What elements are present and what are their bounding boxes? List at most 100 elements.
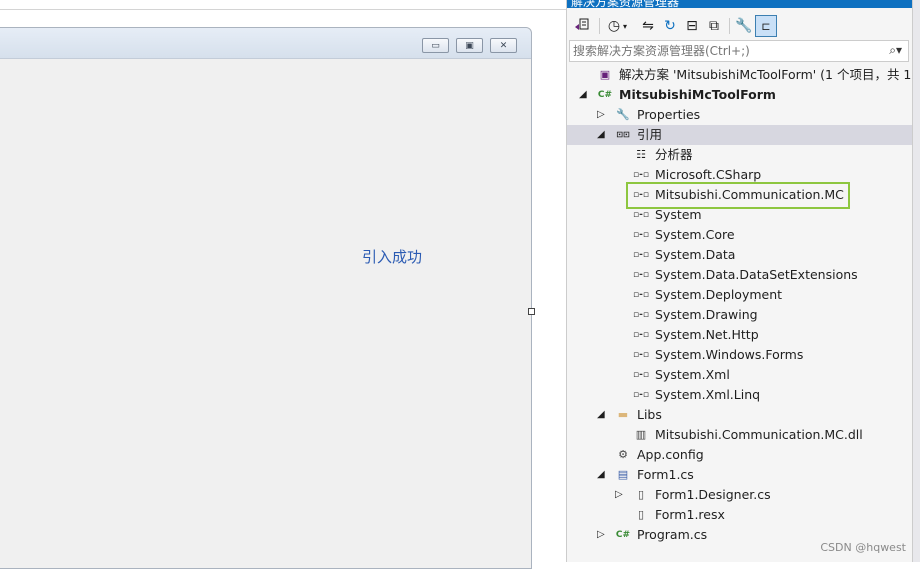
tree-item[interactable]: ▯ Form1.resx: [567, 505, 913, 525]
reference-icon: ▫-▫: [633, 230, 649, 240]
tree-item[interactable]: ◢ C# MitsubishiMcToolForm: [567, 85, 913, 105]
tree-item[interactable]: ▷ 🔧 Properties: [567, 105, 913, 125]
collapse-arrow-icon[interactable]: ▷: [597, 108, 607, 122]
tree-item-label: System: [655, 207, 702, 222]
reference-icon: ▫-▫: [633, 330, 649, 340]
tree-item-label: System.Deployment: [655, 287, 783, 302]
tree-item-label: App.config: [637, 447, 704, 462]
tree-item-label: System.Drawing: [655, 307, 758, 322]
tree-item[interactable]: ◢ ▤ Form1.cs: [567, 465, 913, 485]
expand-arrow-icon[interactable]: ◢: [579, 88, 589, 102]
tree-item[interactable]: ▫-▫ System.Windows.Forms: [567, 345, 913, 365]
tree-item-label: 引用: [637, 127, 663, 142]
tree-item-label: Microsoft.CSharp: [655, 167, 762, 182]
refresh-button[interactable]: ↻: [659, 15, 681, 37]
close-icon: ✕: [499, 40, 508, 51]
analyzer-icon: ☷: [636, 148, 646, 161]
tree-item-label: 分析器: [655, 147, 693, 162]
minimize-button[interactable]: ▭: [422, 38, 449, 53]
tree-item[interactable]: ▫-▫ System.Xml: [567, 365, 913, 385]
switch-views-button[interactable]: [571, 15, 593, 37]
reference-icon: ▫-▫: [633, 370, 649, 380]
tree-item-label: System.Data: [655, 247, 736, 262]
tree-item[interactable]: ◢ ⊡⊡ 引用: [567, 125, 913, 145]
copy-icon: ⧉: [709, 18, 719, 34]
explorer-title: 解决方案资源管理器: [571, 0, 680, 8]
csharp-file-icon: C#: [615, 530, 631, 540]
sync-button[interactable]: ⇋: [637, 15, 659, 37]
solution-explorer: 解决方案资源管理器 ◷ ▾ ⇋ ↻ ⊟ ⧉ 🔧 ⊏ 搜索解决方案资源管理器(Ct…: [566, 0, 920, 562]
expand-arrow-icon[interactable]: ◢: [597, 468, 607, 482]
collapse-arrow-icon[interactable]: ▷: [615, 488, 625, 502]
expand-arrow-icon[interactable]: ◢: [597, 128, 607, 142]
maximize-icon: ▣: [465, 40, 474, 51]
collapse-arrow-icon[interactable]: ▷: [597, 528, 607, 542]
tree-item[interactable]: ▫-▫ System.Drawing: [567, 305, 913, 325]
reference-icon: ▫-▫: [633, 250, 649, 260]
form-icon: ▤: [617, 468, 629, 481]
preview-button[interactable]: ⊏: [755, 15, 777, 37]
side-tab-strip[interactable]: [912, 0, 920, 562]
expand-arrow-icon[interactable]: ◢: [597, 408, 607, 422]
tree-item-label: System.Xml.Linq: [655, 387, 761, 402]
dll-icon: ▥: [635, 428, 647, 441]
wrench-icon: 🔧: [735, 18, 753, 34]
tree-item[interactable]: ☷ 分析器: [567, 145, 913, 165]
reference-icon: ▫-▫: [633, 390, 649, 400]
tree-item-label: System.Data.DataSetExtensions: [655, 267, 858, 282]
solution-icon: ▣: [599, 68, 611, 81]
designer-divider: [0, 9, 566, 10]
highlight-box: [626, 182, 850, 209]
wrench-icon: 🔧: [616, 108, 630, 121]
resize-handle[interactable]: [528, 308, 535, 315]
form1-window[interactable]: ▭ ▣ ✕: [0, 27, 532, 569]
reference-icon: ▫-▫: [633, 210, 649, 220]
maximize-button[interactable]: ▣: [456, 38, 483, 53]
tree-item[interactable]: ▥ Mitsubishi.Communication.MC.dll: [567, 425, 913, 445]
switch-views-icon: [575, 18, 589, 30]
tree-item-label: Form1.Designer.cs: [655, 487, 771, 502]
collapse-all-icon: ⊟: [686, 18, 698, 34]
tree-item[interactable]: ▫-▫ System.Data: [567, 245, 913, 265]
watermark: CSDN @hqwest: [820, 541, 906, 554]
tree-item[interactable]: ▫-▫ System.Net.Http: [567, 325, 913, 345]
reference-icon: ▫-▫: [633, 310, 649, 320]
search-box[interactable]: ⌕▾: [569, 40, 909, 62]
tree-item[interactable]: ▣ 解决方案 'MitsubishiMcToolForm' (1 个项目，共 1 …: [567, 65, 920, 85]
sync-icon: ⇋: [642, 18, 654, 34]
search-icon[interactable]: ⌕▾: [889, 43, 902, 58]
reference-icon: ▫-▫: [633, 170, 649, 180]
tree-item[interactable]: ▫-▫ System.Xml.Linq: [567, 385, 913, 405]
tree-item[interactable]: ◢ ▬ Libs: [567, 405, 913, 425]
minimize-icon: ▭: [431, 40, 440, 51]
tree-item[interactable]: ▫-▫ System.Data.DataSetExtensions: [567, 265, 913, 285]
file-icon: ▯: [637, 508, 645, 521]
pending-dropdown[interactable]: ▾: [619, 15, 631, 37]
tree-item-label: System.Net.Http: [655, 327, 759, 342]
references-icon: ⊡⊡: [616, 130, 630, 139]
tree-item[interactable]: ▫-▫ System.Deployment: [567, 285, 913, 305]
tree-item-label: 解决方案 'MitsubishiMcToolForm' (1 个项目，共 1 个…: [619, 67, 920, 82]
form-label[interactable]: 引入成功: [362, 246, 422, 267]
tree-item[interactable]: ⚙ App.config: [567, 445, 913, 465]
reference-icon: ▫-▫: [633, 270, 649, 280]
tree-item[interactable]: ▫-▫ System.Core: [567, 225, 913, 245]
show-all-files-button[interactable]: ⧉: [703, 15, 725, 37]
tree-item-label: System.Xml: [655, 367, 730, 382]
folder-icon: ▬: [617, 408, 629, 421]
close-button[interactable]: ✕: [490, 38, 517, 53]
tree-item-label: MitsubishiMcToolForm: [619, 87, 776, 102]
collapse-all-button[interactable]: ⊟: [681, 15, 703, 37]
tree-item[interactable]: ▷ ▯ Form1.Designer.cs: [567, 485, 913, 505]
tree-item-label: System.Windows.Forms: [655, 347, 804, 362]
tree-item-label: Mitsubishi.Communication.MC.dll: [655, 427, 863, 442]
explorer-toolbar: ◷ ▾ ⇋ ↻ ⊟ ⧉ 🔧 ⊏: [567, 12, 913, 40]
csharp-project-icon: C#: [597, 90, 613, 100]
search-input[interactable]: [573, 42, 873, 60]
properties-button[interactable]: 🔧: [733, 15, 755, 37]
preview-icon: ⊏: [761, 19, 771, 33]
form-titlebar[interactable]: ▭ ▣ ✕: [0, 28, 531, 59]
tree-item-label: Libs: [637, 407, 662, 422]
chevron-down-icon: ▾: [622, 21, 627, 31]
tree-item-label: Form1.cs: [637, 467, 694, 482]
